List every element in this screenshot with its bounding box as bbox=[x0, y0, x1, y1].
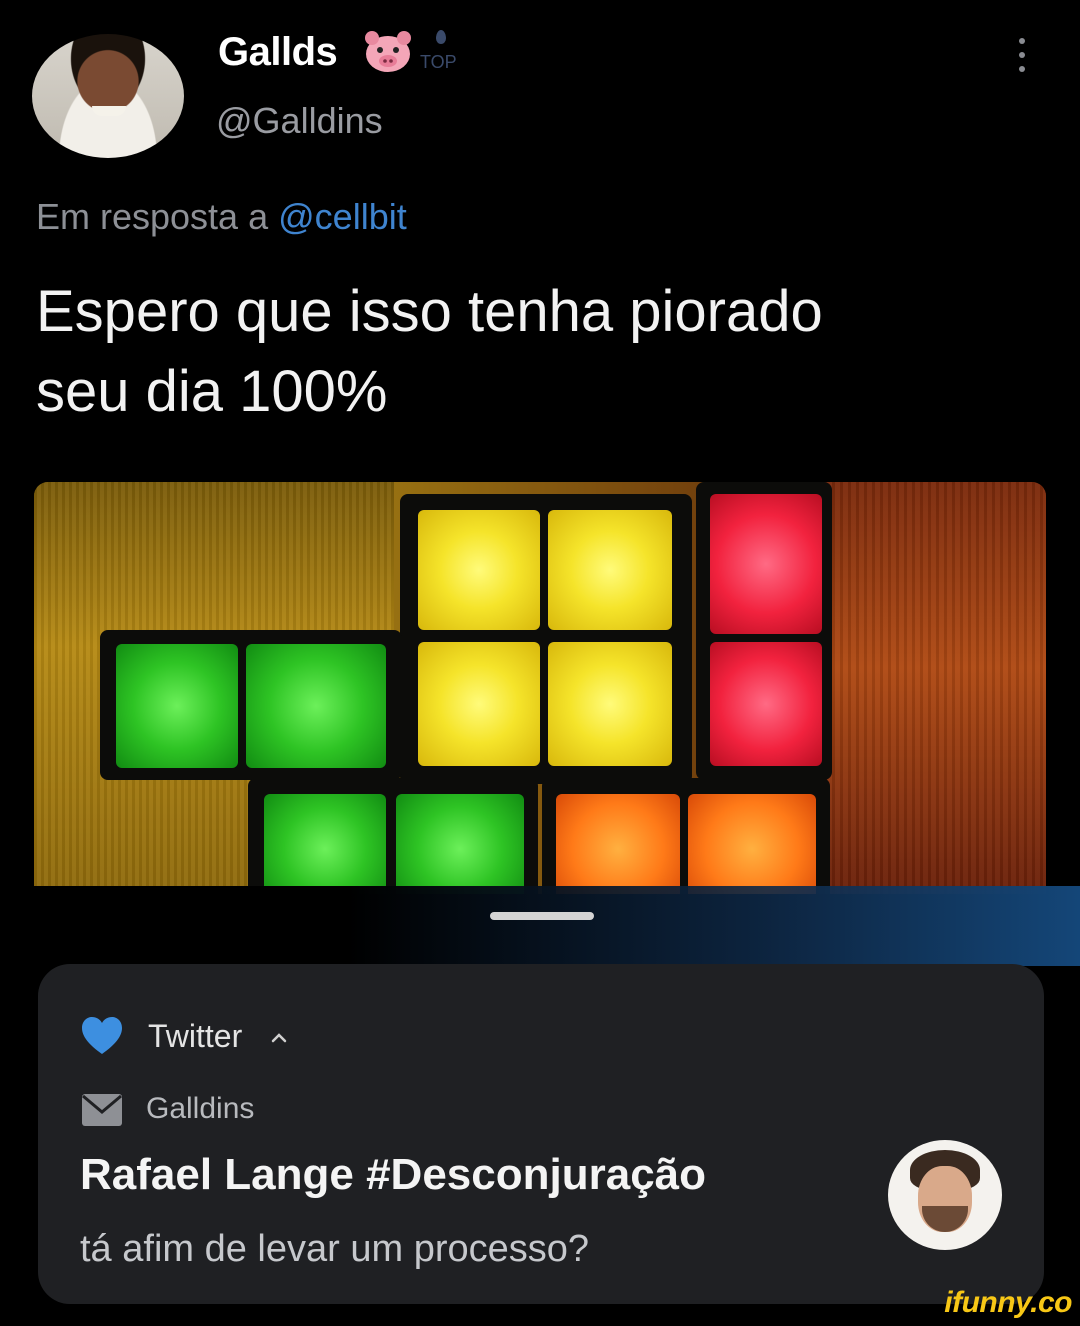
tile bbox=[246, 644, 386, 768]
tile bbox=[418, 642, 540, 766]
author-handle[interactable]: @Galldins bbox=[216, 100, 383, 142]
badge-label: TOP bbox=[420, 52, 457, 72]
avatar-smile bbox=[92, 106, 126, 116]
tile bbox=[556, 794, 680, 894]
tweet-text: Espero que isso tenha piorado seu dia 10… bbox=[36, 272, 1036, 432]
tweet-text-line-2: seu dia 100% bbox=[36, 359, 388, 424]
wood-background-right bbox=[816, 482, 1046, 894]
tile bbox=[710, 494, 822, 634]
tile bbox=[548, 642, 672, 766]
notification-drag-handle[interactable] bbox=[490, 912, 594, 920]
tile bbox=[264, 794, 386, 894]
avatar-beard bbox=[922, 1206, 968, 1232]
author-display-name[interactable]: Gallds bbox=[218, 30, 338, 75]
pig-emoji-icon bbox=[365, 31, 411, 72]
tile bbox=[396, 794, 524, 894]
chevron-up-icon[interactable] bbox=[270, 1030, 288, 1044]
reply-context: Em resposta a @cellbit bbox=[36, 196, 407, 238]
heart-icon bbox=[82, 1017, 122, 1054]
notification-title: Rafael Lange #Desconjuração bbox=[80, 1150, 707, 1199]
tweet-media-image[interactable] bbox=[34, 482, 1046, 894]
notification-app-name: Twitter bbox=[148, 1018, 243, 1054]
notification-avatar bbox=[888, 1140, 1002, 1250]
tweet-text-line-1: Espero que isso tenha piorado bbox=[36, 279, 823, 344]
ifunny-watermark: ifunny.co bbox=[944, 1286, 1072, 1319]
tile bbox=[710, 642, 822, 766]
mail-icon bbox=[82, 1094, 122, 1126]
notification-sender: Galldins bbox=[146, 1092, 255, 1125]
image-fade-overlay bbox=[34, 886, 1080, 966]
tile bbox=[688, 794, 816, 894]
drop-icon bbox=[436, 30, 446, 44]
top-fan-badge: TOP bbox=[420, 30, 457, 73]
author-avatar[interactable] bbox=[32, 34, 184, 158]
reply-prefix: Em resposta a bbox=[36, 196, 269, 237]
tile bbox=[116, 644, 238, 768]
reply-mention-link[interactable]: @cellbit bbox=[278, 196, 407, 237]
tile bbox=[548, 510, 672, 630]
more-vert-icon[interactable] bbox=[1012, 36, 1032, 76]
tile bbox=[418, 510, 540, 630]
notification-body: tá afim de levar um processo? bbox=[80, 1228, 590, 1270]
